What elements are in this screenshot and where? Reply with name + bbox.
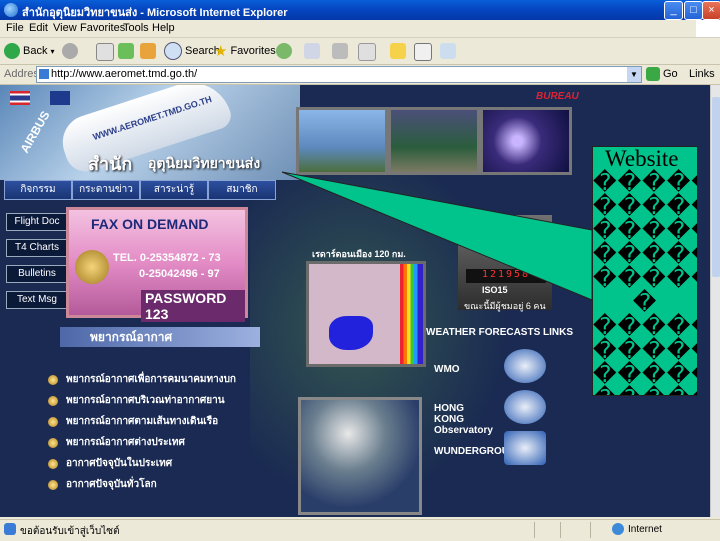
callout-pointer-shape [281,171,593,301]
internet-zone-icon [612,523,624,535]
callout-line: ����� [593,387,697,396]
callout-line: ����� [593,338,697,363]
callout-line: � [632,290,658,315]
status-bar: ขอต้อนรับเข้าสู่เว็บไซต์ Internet [0,519,720,541]
status-divider [534,522,535,538]
page-loaded-icon [4,523,16,535]
status-divider [590,522,591,538]
status-text: ขอต้อนรับเข้าสู่เว็บไซต์ [20,526,120,537]
callout-line: ����� [593,218,697,243]
callout-line: ����� [593,194,697,219]
callout-line: ����� [593,242,697,267]
callout-word: Website [605,146,679,171]
status-divider [560,522,561,538]
zone-label: Internet [628,524,662,535]
callout-line: ����� [593,362,697,387]
callout-line: ����� [593,170,697,195]
callout-line: ����� [593,314,697,339]
callout-box: Website ���� � ��� �� �� ��� � ���� � ���� � … [592,146,698,396]
callout-line: ����� [593,266,697,291]
